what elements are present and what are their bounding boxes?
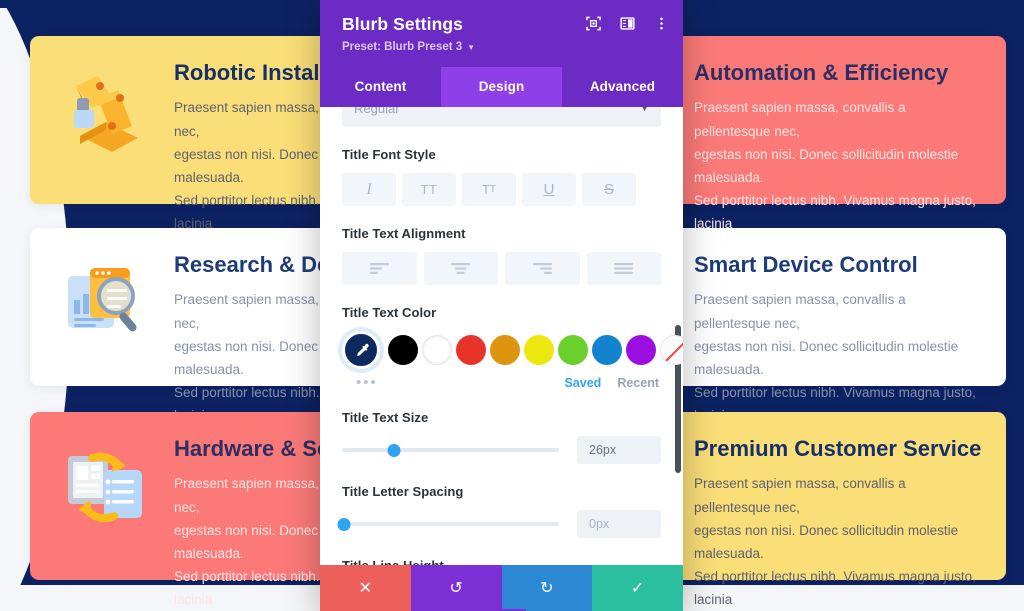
title-letter-spacing-field: Title Letter Spacing 0px [337,484,661,538]
card-text: Praesent sapien massa, convallis a pelle… [694,476,976,608]
settings-panel-body: Regular ▼ Title Font Style I TT TT U S T [320,107,683,565]
modal-tabs: Content Design Advanced [320,67,683,107]
align-left-icon [369,263,389,274]
align-right-button[interactable] [505,252,580,285]
slider-track [342,448,559,452]
align-center-button[interactable] [423,252,498,285]
modal-footer: ✕ ↺ ↻ ✓ [320,565,683,611]
swatch-white[interactable] [422,335,452,365]
title-font-style-field: Title Font Style I TT TT U S [342,147,661,206]
title-text-size-label: Title Text Size [342,410,429,425]
text-size-input[interactable]: 26px [577,436,661,464]
robot-arm-icon [60,64,152,156]
swatch-orange[interactable] [490,335,520,365]
modal-header: Blurb Settings Preset: Blurb Preset 3 ▼ [320,0,683,67]
font-weight-select[interactable]: Regular ▼ [342,107,661,127]
align-center-icon [451,263,471,274]
text-size-slider[interactable] [342,442,559,458]
italic-button[interactable]: I [342,173,396,206]
header-icon-group [586,16,669,31]
slider-knob[interactable] [337,517,351,531]
eyedropper-icon [356,343,369,356]
swatch-red[interactable] [456,335,486,365]
kebab-menu-icon[interactable] [654,16,669,31]
underline-button[interactable]: U [522,173,576,206]
blurb-settings-modal: Blurb Settings Preset: Blurb Preset 3 ▼ [320,0,683,611]
title-text-alignment-field: Title Text Alignment [342,226,661,285]
sync-exchange-icon [60,440,152,532]
align-left-button[interactable] [342,252,417,285]
letter-spacing-input[interactable]: 0px [577,510,661,538]
swatch-yellow[interactable] [524,335,554,365]
undo-button[interactable]: ↺ [410,565,502,611]
discard-button[interactable]: ✕ [320,565,411,611]
card-title: Smart Device Control [694,252,918,277]
save-button[interactable]: ✓ [592,565,683,611]
uppercase-button[interactable]: TT [402,173,456,206]
swatch-links: Saved Recent [564,376,659,390]
page-stage: Robotic Installation Praesent sapien mas… [0,0,1024,611]
slider-track [342,522,559,526]
swatch-blue[interactable] [592,335,622,365]
title-letter-spacing-label: Title Letter Spacing [342,484,464,499]
title-font-style-label: Title Font Style [342,147,436,162]
card-title: Automation & Efficiency [694,60,949,85]
small-caps-glyph: T [481,182,490,197]
align-justify-button[interactable] [586,252,661,285]
title-line-height-label: Title Line Height [342,558,661,565]
document-magnifier-icon [60,256,152,348]
focus-target-icon[interactable] [586,16,601,31]
strikethrough-button[interactable]: S [582,173,636,206]
letter-spacing-slider[interactable] [337,516,559,532]
title-text-alignment-label: Title Text Alignment [342,226,466,241]
blurb-card[interactable]: Automation & Efficiency Praesent sapien … [672,36,1006,255]
swatch-transparent[interactable] [660,335,683,365]
title-text-color-label: Title Text Color [342,305,437,320]
title-text-color-field: Title Text Color ••• Saved Recent [342,305,683,390]
align-right-icon [532,263,552,274]
preset-label: Preset: Blurb Preset 3 [342,41,463,53]
redo-button[interactable]: ↻ [501,565,593,611]
card-title: Premium Customer Service [694,436,982,461]
selected-color-swatch[interactable] [342,331,380,369]
align-justify-icon [614,263,634,274]
small-caps-button[interactable]: TT [462,173,516,206]
card-body: Premium Customer Service Praesent sapien… [694,436,982,611]
tab-advanced[interactable]: Advanced [562,67,683,107]
preset-selector[interactable]: Preset: Blurb Preset 3 ▼ [342,41,475,53]
tab-content[interactable]: Content [320,67,441,107]
saved-colors-link[interactable]: Saved [564,376,601,390]
more-colors-button[interactable]: ••• [342,375,378,390]
swatch-black[interactable] [388,335,418,365]
swatch-purple[interactable] [626,335,656,365]
font-style-button-row: I TT TT U S [342,173,661,206]
color-swatch-row [342,331,683,369]
swatch-meta-row: ••• Saved Recent [342,375,661,390]
title-text-size-field: Title Text Size 26px [342,410,661,464]
letter-spacing-slider-row: 0px [337,510,661,538]
text-size-slider-row: 26px [342,436,661,464]
slider-knob[interactable] [387,443,401,457]
chevron-down-icon: ▼ [640,107,649,113]
alignment-button-row [342,252,661,285]
chevron-down-icon: ▼ [467,43,476,52]
tab-design[interactable]: Design [441,67,562,107]
blurb-card[interactable]: Smart Device Control Praesent sapien mas… [672,228,1006,447]
blurb-card[interactable]: Premium Customer Service Praesent sapien… [672,412,1006,607]
swatch-green[interactable] [558,335,588,365]
font-weight-value: Regular [354,107,400,116]
recent-colors-link[interactable]: Recent [617,376,659,390]
split-layout-icon[interactable] [620,16,635,31]
title-line-height-field: Title Line Height [342,558,661,565]
